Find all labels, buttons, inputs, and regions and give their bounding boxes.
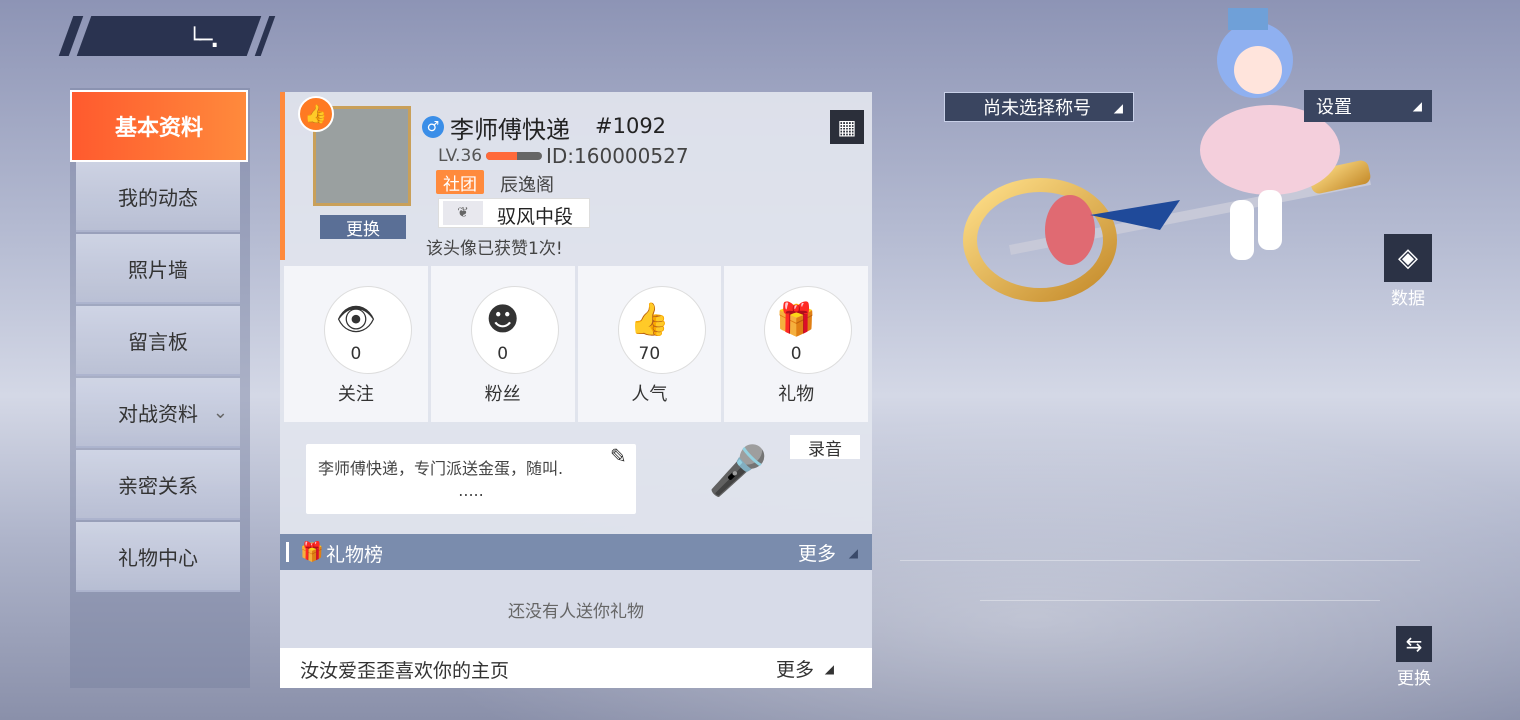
stat-follow[interactable]: 👁 0 关注 [284,266,428,422]
qr-code-button[interactable]: ▦ [830,110,864,144]
eye-icon: 👁 [335,300,377,338]
stat-value: 0 [350,344,362,364]
back-button-body [76,16,262,56]
stat-fans[interactable]: ☻ 0 粉丝 [430,266,575,422]
menu-item-label: 我的动态 [118,185,198,210]
player-id: ID:160000527 [546,144,689,168]
rank-name: 驭风中段 [497,206,574,228]
gift-icon: 🎁 [300,541,324,563]
visitor-footer: 汝汝爱歪歪喜欢你的主页 更多 ◢ [280,648,872,688]
menu-item-label: 对战资料 [118,401,198,426]
menu-item-battle-info[interactable]: 对战资料 ⌄ [76,378,240,448]
player-name: 李师傅快递 [450,116,570,144]
stat-label: 礼物 [778,384,815,405]
stat-value: 0 [497,344,509,364]
club-badge: 社团 [436,170,484,195]
gift-board-header: 🎁 礼物榜 更多 ◢ [280,534,872,570]
menu-item-label: 留言板 [128,329,188,354]
player-tag: #1092 [595,114,667,138]
character-leg [1230,200,1254,260]
visitor-more-link[interactable]: 更多 [776,655,814,682]
male-icon: ♂ [422,116,444,138]
stat-label: 关注 [337,384,374,405]
thumbs-up-icon: 👍 [298,96,334,132]
profile-panel: 👍 更换 ♂ 李师傅快递 #1092 ▦ LV.36 ID:160000527 … [280,92,872,688]
fans-icon: ☻ [485,300,520,338]
menu-item-close-relations[interactable]: 亲密关系 [76,450,240,520]
qr-code-icon: ▦ [837,115,857,139]
background-line [980,600,1380,601]
diamond-icon: ◈ [1398,243,1418,273]
stat-label: 人气 [631,384,668,405]
record-button[interactable]: 录音 [790,435,860,460]
stat-popularity[interactable]: 👍 70 人气 [577,266,722,422]
corner-triangle-icon: ◢ [1412,99,1422,113]
rank-wings-icon: ❦ [443,201,483,225]
swap-label: 更换 [1397,669,1431,689]
data-button[interactable]: ◈ [1384,234,1432,282]
menu-item-label: 礼物中心 [118,545,198,570]
signature-text: 李师傅快递，专门派送金蛋，随叫. [318,459,564,478]
change-avatar-button[interactable]: 更换 [320,215,406,240]
level-progress-bar [486,152,542,160]
gift-board-more-link[interactable]: 更多 [798,539,836,566]
menu-item-label: 照片墙 [128,257,188,282]
corner-triangle-icon: ◢ [1113,101,1123,115]
edit-pencil-icon[interactable]: ✎ [610,444,627,468]
gift-icon: 🎁 [776,300,817,338]
swap-arrows-icon: ⇆ [1405,632,1423,656]
microphone-icon[interactable]: 🎤 [688,442,788,522]
club-name[interactable]: 辰逸阁 [500,171,554,197]
character-hat [1228,8,1268,30]
staff-orb [1045,195,1095,265]
avatar-likes-text: 该头像已获赞1次! [426,239,563,259]
stat-label: 粉丝 [484,384,521,405]
stat-gifts[interactable]: 🎁 0 礼物 [724,266,868,422]
chevron-down-icon: ⌄ [212,401,228,423]
signature-ellipsis: ..... [458,481,484,500]
player-level: LV.36 [438,146,483,166]
header-bar [286,542,289,562]
corner-triangle-icon: ◢ [824,662,834,676]
settings-label: 设置 [1316,97,1352,118]
level-progress-fill [486,152,517,160]
menu-item-my-posts[interactable]: 我的动态 [76,162,240,232]
title-select-label: 尚未选择称号 [983,98,1091,119]
side-menu: 基本资料 我的动态 照片墙 留言板 对战资料 ⌄ 亲密关系 礼物中心 [70,88,250,688]
menu-item-message-board[interactable]: 留言板 [76,306,240,376]
menu-item-label: 基本资料 [114,116,203,141]
thumbs-up-icon: 👍 [629,300,670,338]
corner-triangle-icon: ◢ [848,546,858,560]
character-face [1234,46,1282,94]
menu-item-label: 亲密关系 [118,473,198,498]
settings-dropdown[interactable]: 设置 ◢ [1304,90,1432,122]
stats-row: 👁 0 关注 ☻ 0 粉丝 👍 70 人气 🎁 0 礼物 [284,266,868,422]
rank-box[interactable]: ❦ 驭风中段 [438,198,590,228]
gift-board-empty-text: 还没有人送你礼物 [280,570,872,648]
back-arrow-icon: └─. [188,28,219,53]
signature-bubble[interactable]: 李师傅快递，专门派送金蛋，随叫. ..... [306,444,636,514]
stat-value: 0 [790,344,802,364]
back-button[interactable]: └─. [58,16,276,56]
title-select-dropdown[interactable]: 尚未选择称号 ◢ [944,92,1134,122]
background-line [900,560,1420,561]
character-leg [1258,190,1282,250]
profile-accent-bar [280,92,285,260]
data-label: 数据 [1391,289,1425,309]
menu-item-basic-info[interactable]: 基本资料 [70,90,248,162]
menu-item-photo-wall[interactable]: 照片墙 [76,234,240,304]
stat-value: 70 [638,344,661,364]
visitor-text: 汝汝爱歪歪喜欢你的主页 [300,660,510,682]
character-model [963,8,1371,302]
gift-board-title: 礼物榜 [326,544,384,566]
menu-item-gift-center[interactable]: 礼物中心 [76,522,240,592]
swap-button[interactable]: ⇆ [1396,626,1432,662]
